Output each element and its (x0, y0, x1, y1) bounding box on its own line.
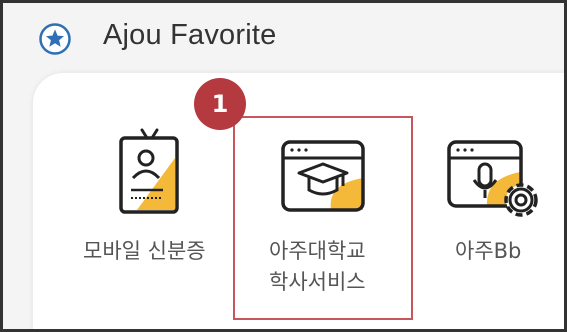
microphone-gear-window-icon (447, 140, 547, 228)
app-label-ajou-bb: 아주Bb (455, 239, 522, 263)
step-badge: 1 (194, 78, 246, 130)
page-title: Ajou Favorite (103, 19, 277, 51)
app-label-mobile-id: 모바일 신분증 (83, 239, 206, 263)
star-circle-icon (39, 23, 71, 55)
favorites-header: Ajou Favorite (3, 3, 564, 73)
app-mobile-id[interactable]: 모바일 신분증 (73, 128, 223, 298)
id-badge-icon (117, 128, 181, 220)
app-window: Ajou Favorite 모바일 신분증 아주대학교 학사서비스 아주Bb 1 (0, 0, 567, 332)
app-ajou-bb[interactable]: 아주Bb (433, 128, 563, 298)
highlight-box (233, 116, 413, 320)
